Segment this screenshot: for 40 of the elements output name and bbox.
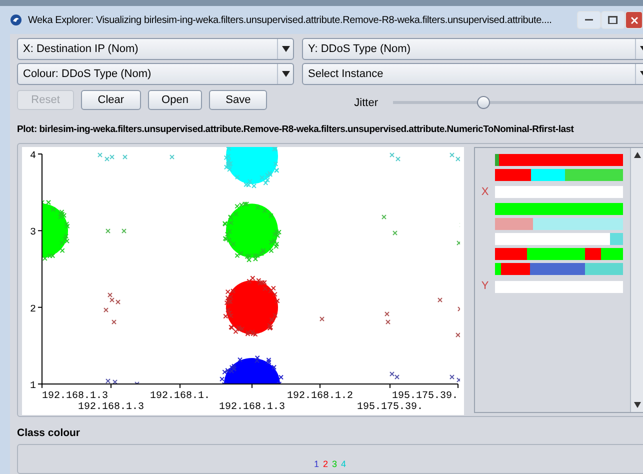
tick-label: 192.168.1.2 [287, 390, 353, 402]
dropdown[interactable]: X: Destination IP (Nom) [17, 38, 294, 60]
window-title: Weka Explorer: Visualizing birlesim-ing-weka.filters.unsupervised.attribute.Remove-R8-weka.filters.unsupervised.attribute.... [28, 14, 553, 28]
close-icon [630, 16, 638, 24]
tick-label: 1 [30, 380, 36, 392]
slider-thumb[interactable] [477, 96, 490, 110]
section-label: Class colour [17, 426, 82, 441]
save-button[interactable]: Save [209, 90, 268, 110]
scroll-up-icon [634, 152, 640, 158]
tick-label: 195.175.39. [357, 402, 423, 413]
tick-label: 3 [30, 227, 36, 238]
class-label: 4 [341, 458, 346, 470]
dropdown[interactable]: Colour: DDoS Type (Nom) [17, 63, 294, 85]
maximize-icon [608, 16, 618, 24]
dropdown[interactable]: Y: DDoS Type (Nom) [302, 38, 643, 60]
close-button[interactable] [625, 11, 643, 29]
minimize-button[interactable] [577, 11, 601, 29]
app-icon [10, 14, 22, 26]
caret-icon [282, 46, 290, 52]
tick-label: 2 [30, 304, 36, 316]
open-button[interactable]: Open [148, 90, 202, 110]
scroll-down-icon [634, 402, 640, 408]
jitter-label: Jitter [354, 96, 378, 111]
maximize-button[interactable] [601, 11, 625, 29]
dropdown[interactable]: Select Instance [302, 63, 643, 85]
caret-icon [282, 71, 290, 77]
plot-title: Plot: birlesim-ing-weka.filters.unsupervised.attribute.Remove-R8-weka.filters.unsupervised.attribute.NumericToNominal-Rfirst-last [17, 122, 575, 136]
axis-marker: Y [481, 280, 489, 292]
axis-marker: X [481, 186, 489, 198]
tick-label: 192.168.1. [150, 390, 210, 402]
class-label: 2 [322, 458, 328, 470]
clear-button[interactable]: Clear [81, 90, 141, 110]
tick-label: 195.175.39. [392, 390, 458, 402]
tick-label: 4 [30, 150, 36, 162]
class-label: 1 [314, 458, 319, 470]
tick-label: 192.168.1.3 [42, 390, 108, 402]
tick-label: 192.168.1.3 [78, 402, 144, 413]
tick-label: 192.168.1.3 [219, 402, 285, 413]
class-label: 3 [332, 458, 338, 470]
minimize-icon [585, 19, 593, 21]
